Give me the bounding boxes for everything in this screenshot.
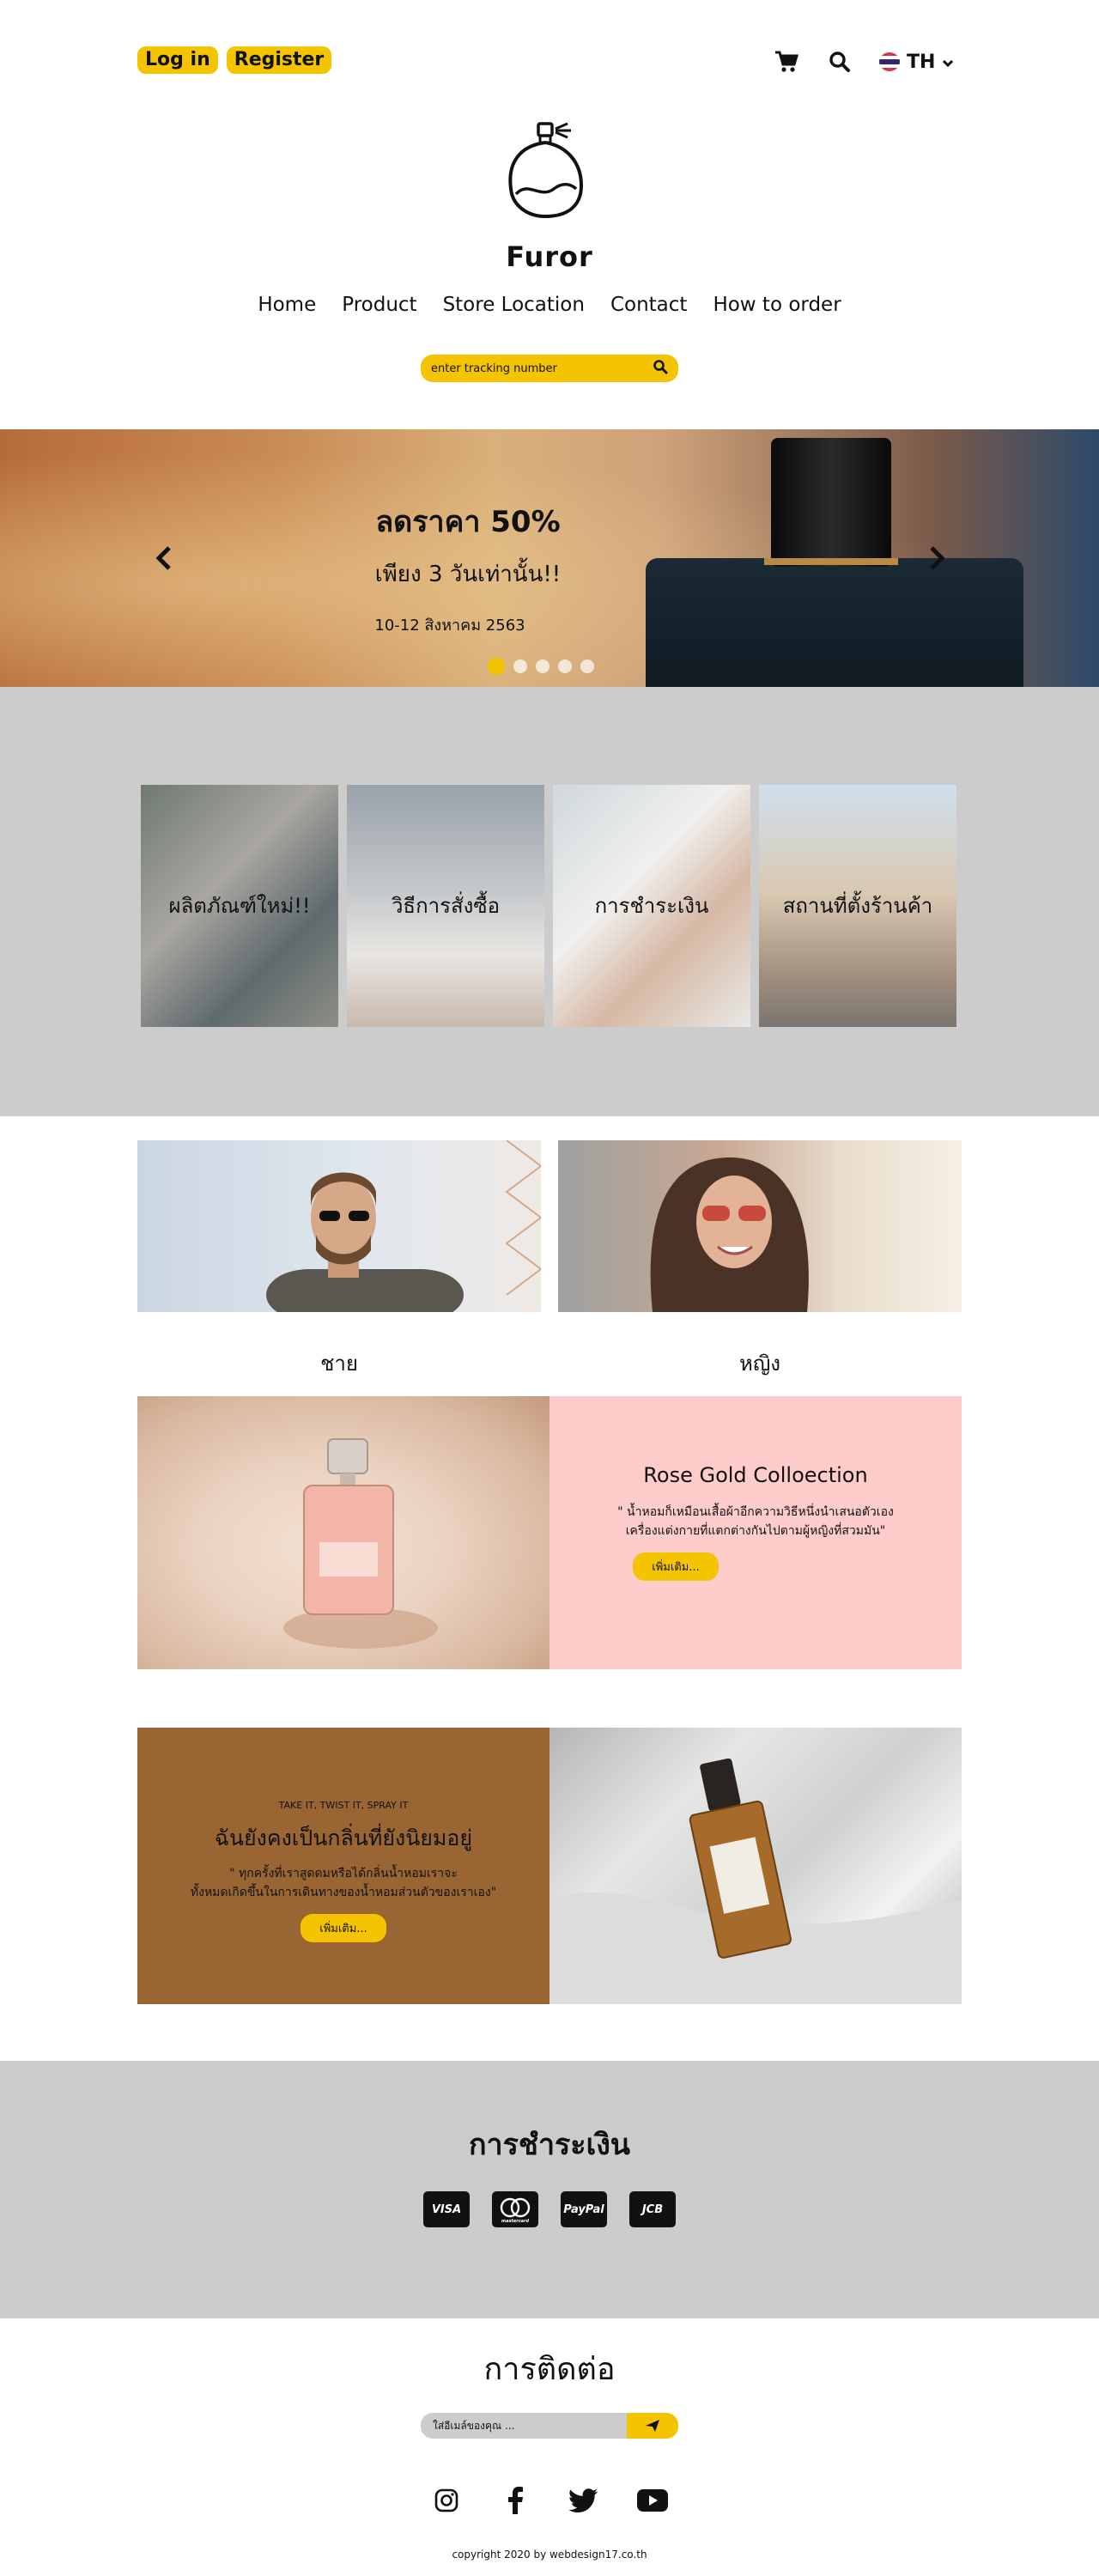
hero-banner: ลดราคา 50% เพียง 3 วันเท่านั้น!! 10-12 ส… — [0, 429, 1099, 687]
search-icon[interactable] — [826, 48, 853, 76]
contact-title: การติดต่อ — [483, 2352, 616, 2387]
banner-date: 10-12 สิงหาคม 2563 — [374, 617, 525, 635]
slider-dot[interactable] — [580, 659, 594, 673]
promo-desc-line: " ทุกครั้งที่เราสูดดมหรือได้กลิ่นน้ำหอมเ… — [229, 1867, 458, 1880]
chevron-right-icon[interactable] — [924, 541, 950, 575]
main-nav: Home Product Store Location Contact How … — [0, 294, 1099, 316]
nav-product[interactable]: Product — [342, 294, 416, 316]
social-links — [0, 2485, 1099, 2516]
paper-plane-icon — [646, 2420, 659, 2432]
tracking-search-icon[interactable] — [653, 359, 668, 378]
auth-buttons: Log in Register — [137, 46, 332, 74]
banner-text: ลดราคา 50% เพียง 3 วันเท่านั้น!! 10-12 ส… — [0, 498, 936, 637]
category-label: วิธีการสั่งซื้อ — [391, 894, 501, 918]
newsletter-form — [421, 2413, 678, 2439]
promo-image — [550, 1728, 962, 2004]
cart-icon[interactable] — [773, 48, 800, 76]
category-how-to-order[interactable]: วิธีการสั่งซื้อ — [347, 785, 544, 1027]
slider-dot[interactable] — [513, 659, 527, 673]
promo-more-button[interactable]: เพิ่มเติม... — [301, 1914, 386, 1942]
promo-description: " ทุกครั้งที่เราสูดดมหรือได้กลิ่นน้ำหอมเ… — [137, 1864, 550, 1902]
slider-dot[interactable] — [536, 659, 550, 673]
mastercard-label: mastercard — [501, 2219, 530, 2224]
rose-gold-panel: Rose Gold Colloection " น้ำหอมก็เหมือนเส… — [550, 1396, 962, 1669]
slider-dot[interactable] — [488, 658, 505, 675]
payment-section: การชำระเงิน VISA mastercard PayPal JCB — [0, 2061, 1099, 2318]
chevron-down-icon — [942, 52, 954, 73]
header-actions: TH — [773, 48, 954, 76]
twitter-icon[interactable] — [568, 2485, 599, 2516]
brand-name: Furor — [506, 240, 593, 273]
mastercard-icon: mastercard — [492, 2191, 538, 2227]
youtube-icon[interactable] — [637, 2485, 668, 2516]
promo-desc-line: ทั้งหมดเกิดขึ้นในการเดินทางของน้ำหอมส่วน… — [190, 1886, 497, 1899]
promo-title: ฉันยังคงเป็นกลิ่นที่ยังนิยมอยู่ — [214, 1826, 473, 1850]
rose-gold-image — [137, 1396, 550, 1669]
slider-dot[interactable] — [558, 659, 572, 673]
tracking-input[interactable] — [431, 361, 653, 375]
category-section: ผลิตภัณฑ์ใหม่!! วิธีการสั่งซื้อ การชำระเ… — [0, 687, 1099, 1116]
promo-panel: TAKE IT, TWIST IT, SPRAY IT ฉันยังคงเป็น… — [137, 1728, 550, 2004]
category-store-location[interactable]: สถานที่ตั้งร้านค้า — [759, 785, 956, 1027]
banner-title: ลดราคา 50% — [375, 505, 561, 539]
rose-gold-title: Rose Gold Colloection — [643, 1463, 868, 1487]
language-code: TH — [907, 51, 936, 73]
rose-gold-desc-line: เครื่องแต่งกายที่แตกต่างกันไปตามผู้หญิงท… — [625, 1524, 886, 1538]
banner-subtitle: เพียง 3 วันเท่านั้น!! — [374, 562, 562, 587]
register-button[interactable]: Register — [226, 46, 332, 74]
nav-contact[interactable]: Contact — [610, 294, 687, 316]
woman-portrait-image — [650, 1157, 809, 1312]
man-portrait-image — [266, 1139, 543, 1321]
nav-store-location[interactable]: Store Location — [443, 294, 585, 316]
category-payment[interactable]: การชำระเงิน — [553, 785, 750, 1027]
category-new-products[interactable]: ผลิตภัณฑ์ใหม่!! — [141, 785, 338, 1027]
slider-dots — [488, 658, 594, 675]
visa-icon: VISA — [423, 2191, 470, 2227]
send-button[interactable] — [627, 2413, 678, 2439]
women-label[interactable]: หญิง — [558, 1346, 962, 1380]
language-selector[interactable]: TH — [879, 52, 954, 73]
nav-how-to-order[interactable]: How to order — [713, 294, 841, 316]
chevron-left-icon[interactable] — [151, 541, 177, 575]
brand-logo[interactable]: Furor — [481, 120, 618, 273]
rose-gold-desc-line: " น้ำหอมก็เหมือนเสื้อผ้าอีกความวิธีหนึ่ง… — [617, 1505, 894, 1519]
men-image[interactable] — [137, 1139, 543, 1321]
rose-gold-description: " น้ำหอมก็เหมือนเสื้อผ้าอีกความวิธีหนึ่ง… — [550, 1503, 962, 1540]
thai-flag-icon — [879, 52, 900, 71]
email-input[interactable] — [421, 2413, 627, 2439]
payment-title: การชำระเงิน — [468, 2128, 631, 2162]
copyright-text: copyright 2020 by webdesign17.co.th — [452, 2549, 647, 2561]
facebook-icon[interactable] — [500, 2485, 531, 2516]
men-label[interactable]: ชาย — [137, 1346, 541, 1380]
category-label: ผลิตภัณฑ์ใหม่!! — [168, 894, 311, 918]
rose-gold-more-button[interactable]: เพิ่มเติม... — [633, 1552, 719, 1581]
instagram-icon[interactable] — [431, 2485, 462, 2516]
category-grid: ผลิตภัณฑ์ใหม่!! วิธีการสั่งซื้อ การชำระเ… — [141, 785, 956, 1027]
nav-home[interactable]: Home — [258, 294, 316, 316]
login-button[interactable]: Log in — [137, 46, 218, 74]
paypal-icon: PayPal — [561, 2191, 607, 2227]
perfume-bottle-logo-icon — [508, 122, 584, 219]
amber-perfume-bottle-image — [550, 1758, 962, 2004]
rose-perfume-bottle-image — [283, 1438, 438, 1649]
payment-methods: VISA mastercard PayPal JCB — [0, 2191, 1099, 2227]
category-label: สถานที่ตั้งร้านค้า — [782, 894, 933, 918]
women-image[interactable] — [558, 1140, 962, 1312]
jcb-icon: JCB — [629, 2191, 676, 2227]
promo-kicker: TAKE IT, TWIST IT, SPRAY IT — [278, 1800, 409, 1811]
tracking-bar — [421, 355, 678, 382]
category-label: การชำระเงิน — [594, 894, 709, 918]
